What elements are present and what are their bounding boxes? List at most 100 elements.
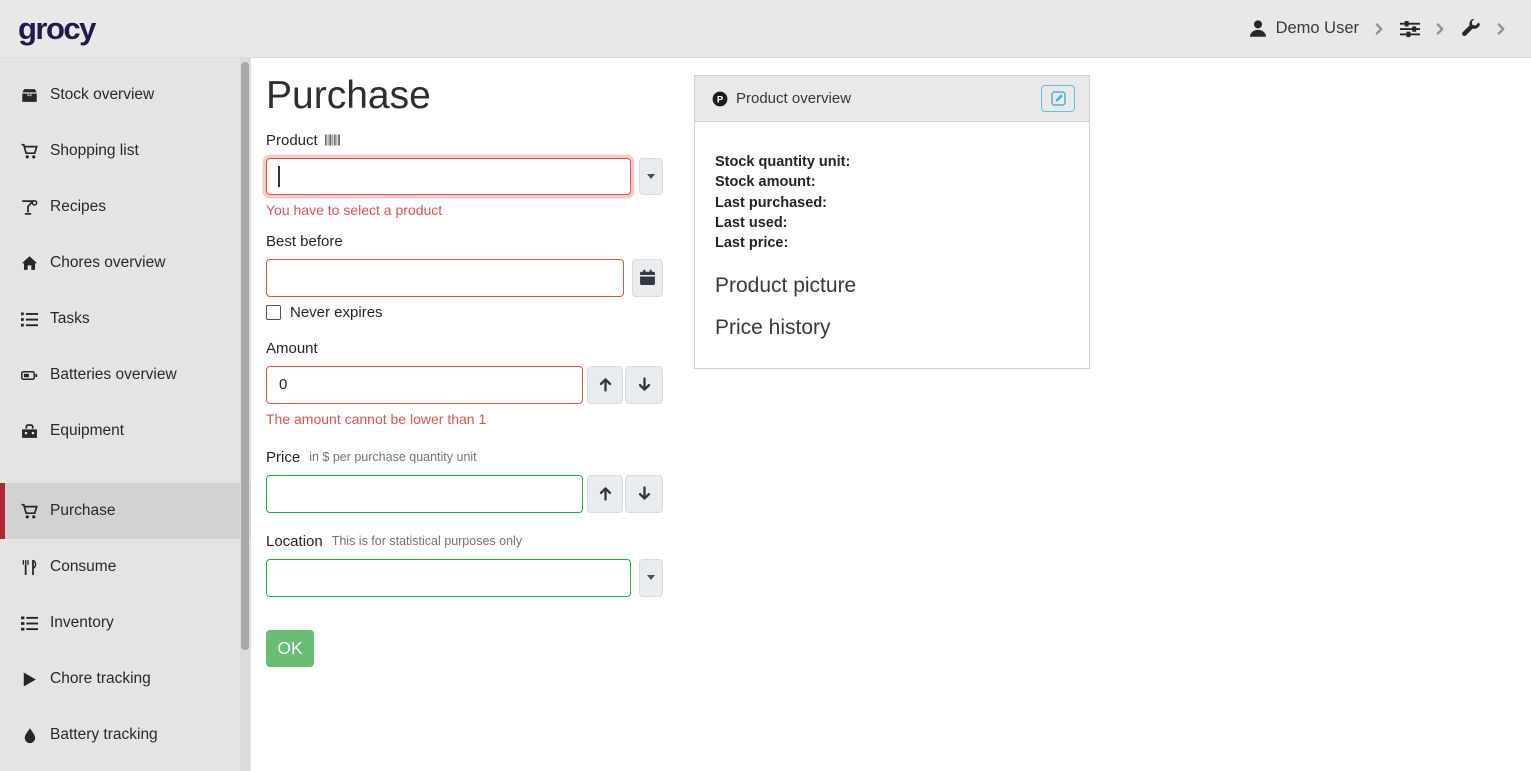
text-cursor [278, 166, 280, 187]
sidebar-item-label: Purchase [50, 502, 115, 520]
sidebar-item-label: Consume [50, 558, 116, 576]
product-overview-card: P Product overview Stock quantity unit: … [694, 75, 1090, 369]
sidebar: Stock overview Shopping list Recipes Cho… [0, 58, 251, 771]
sidebar-item-equipment[interactable]: Equipment [0, 403, 251, 459]
toolbox-icon [20, 423, 39, 440]
price-input[interactable] [266, 475, 583, 513]
product-circle-icon: P [712, 91, 728, 107]
sidebar-item-purchase[interactable]: Purchase [0, 483, 251, 539]
top-navbar: grocy Demo User [0, 0, 1531, 58]
sidebar-item-shopping-list[interactable]: Shopping list [0, 123, 251, 179]
stock-quantity-unit-field: Stock quantity unit: [715, 152, 1069, 172]
amount-input[interactable] [266, 366, 583, 404]
user-menu[interactable]: Demo User [1248, 19, 1359, 39]
amount-increment-button[interactable] [587, 366, 623, 404]
utensils-icon [20, 559, 39, 576]
chevron-right-icon [1375, 22, 1384, 36]
tasks-icon [20, 311, 39, 328]
pen-square-icon [1051, 91, 1066, 106]
arrow-up-icon [597, 376, 614, 393]
droplet-icon [20, 727, 39, 744]
play-icon [20, 671, 39, 688]
sidebar-item-battery-tracking[interactable]: Battery tracking [0, 707, 251, 763]
product-picture-heading: Product picture [715, 274, 1069, 298]
amount-error: The amount cannot be lower than 1 [266, 411, 663, 427]
chevron-right-icon [1497, 22, 1506, 36]
sidebar-item-label: Inventory [50, 614, 114, 632]
sidebar-item-label: Battery tracking [50, 726, 158, 744]
svg-text:P: P [717, 94, 724, 105]
sidebar-item-label: Chore tracking [50, 670, 151, 688]
best-before-input[interactable] [266, 259, 624, 297]
sidebar-item-label: Recipes [50, 198, 106, 216]
location-field-group: Location This is for statistical purpose… [266, 533, 663, 597]
best-before-field-group: Best before Never expires [266, 233, 663, 321]
barcode-icon [325, 134, 340, 146]
sidebar-item-label: Batteries overview [50, 366, 177, 384]
last-used-field: Last used: [715, 213, 1069, 233]
shopping-cart-icon [20, 503, 39, 520]
sidebar-item-batteries-overview[interactable]: Batteries overview [0, 347, 251, 403]
amount-label: Amount [266, 340, 318, 357]
sidebar-item-tasks[interactable]: Tasks [0, 291, 251, 347]
never-expires-checkbox[interactable] [266, 305, 281, 320]
location-input[interactable] [266, 559, 631, 597]
sidebar-item-label: Stock overview [50, 86, 154, 104]
caret-down-icon [647, 174, 655, 179]
sidebar-item-label: Shopping list [50, 142, 139, 160]
sidebar-item-inventory[interactable]: Inventory [0, 595, 251, 651]
price-field-group: Price in $ per purchase quantity unit [266, 449, 663, 513]
sidebar-item-chore-tracking[interactable]: Chore tracking [0, 651, 251, 707]
edit-product-button[interactable] [1041, 85, 1075, 112]
box-icon [20, 87, 39, 104]
sidebar-item-chores-overview[interactable]: Chores overview [0, 235, 251, 291]
navbar-menu: Demo User [1248, 19, 1509, 39]
admin-menu[interactable] [1461, 19, 1481, 39]
battery-icon [20, 367, 39, 384]
sidebar-item-label: Equipment [50, 422, 124, 440]
user-icon [1248, 19, 1268, 39]
sidebar-item-consume[interactable]: Consume [0, 539, 251, 595]
product-overview-title: Product overview [736, 90, 851, 107]
price-hint: in $ per purchase quantity unit [309, 450, 476, 464]
price-label: Price [266, 449, 300, 466]
arrow-down-icon [636, 485, 653, 502]
shopping-cart-icon [20, 143, 39, 160]
calendar-button[interactable] [632, 259, 663, 297]
product-overview-header: P Product overview [695, 76, 1089, 122]
product-error: You have to select a product [266, 202, 663, 218]
ok-button[interactable]: OK [266, 630, 314, 667]
cocktail-icon [20, 199, 39, 216]
amount-field-group: Amount The amount cannot be lower than 1 [266, 340, 663, 427]
product-overview-body: Stock quantity unit: Stock amount: Last … [695, 122, 1089, 368]
price-increment-button[interactable] [587, 475, 623, 513]
arrow-up-icon [597, 485, 614, 502]
location-label: Location [266, 533, 323, 550]
sidebar-scrollbar[interactable] [240, 58, 250, 771]
product-field-group: Product You have to select a product [266, 132, 663, 218]
arrow-down-icon [636, 376, 653, 393]
product-dropdown-button[interactable] [639, 158, 663, 195]
location-dropdown-button[interactable] [639, 559, 663, 597]
price-history-heading: Price history [715, 316, 1069, 340]
last-purchased-field: Last purchased: [715, 193, 1069, 213]
never-expires-label: Never expires [290, 304, 383, 321]
amount-decrement-button[interactable] [625, 366, 663, 404]
sidebar-item-stock-overview[interactable]: Stock overview [0, 67, 251, 123]
sidebar-item-recipes[interactable]: Recipes [0, 179, 251, 235]
best-before-label: Best before [266, 233, 343, 250]
price-decrement-button[interactable] [625, 475, 663, 513]
wrench-icon [1461, 19, 1481, 39]
product-label: Product [266, 132, 318, 149]
sidebar-item-label: Tasks [50, 310, 90, 328]
scrollbar-thumb[interactable] [241, 62, 249, 650]
sliders-icon [1400, 19, 1420, 39]
settings-menu[interactable] [1400, 19, 1420, 39]
product-input[interactable] [266, 158, 631, 195]
list-icon [20, 615, 39, 632]
chevron-right-icon [1436, 22, 1445, 36]
calendar-icon [639, 269, 656, 286]
caret-down-icon [647, 575, 655, 580]
home-icon [20, 255, 39, 272]
grocy-logo[interactable]: grocy [18, 11, 95, 47]
